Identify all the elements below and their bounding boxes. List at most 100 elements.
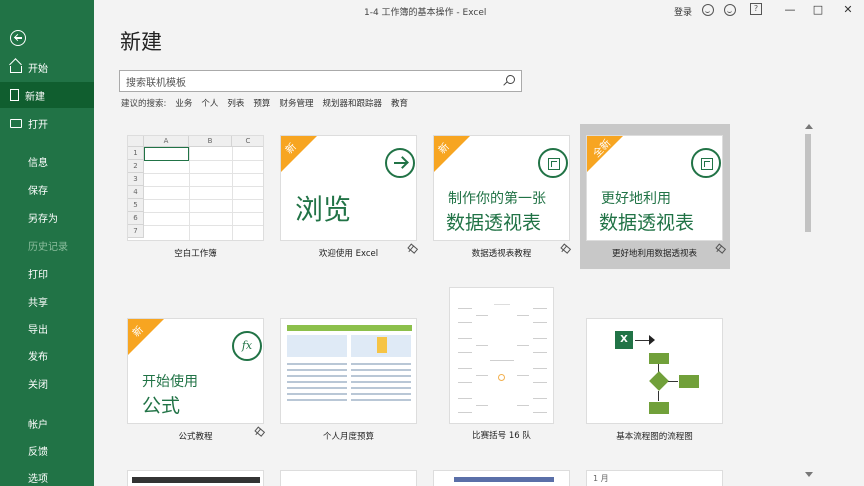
smile-icon[interactable] (702, 4, 714, 16)
template-thumbnail: 新 开始使用 公式 fx (127, 318, 264, 424)
sidebar-item-save-as[interactable]: 另存为 (0, 204, 94, 230)
suggested-link[interactable]: 个人 (201, 97, 218, 109)
template-pivot-better[interactable]: 全新 更好地利用 数据透视表 更好地利用数据透视表 (586, 135, 728, 260)
partial-header-bar (454, 477, 554, 482)
grid-line (189, 147, 190, 240)
template-partial[interactable] (127, 470, 264, 486)
row-header: 5 (128, 199, 144, 212)
sidebar-item-print[interactable]: 打印 (0, 260, 94, 286)
thumbnail-line2: 数据透视表 (599, 212, 695, 234)
row-header: 1 (128, 147, 144, 160)
sidebar-item-export[interactable]: 导出 (0, 315, 94, 341)
grid-line (144, 199, 263, 200)
excel-logo-icon: X (615, 331, 633, 349)
template-tournament-bracket[interactable]: 比赛括号 16 队 (449, 287, 586, 443)
template-partial[interactable] (280, 470, 417, 486)
budget-line (351, 399, 411, 401)
template-welcome-excel[interactable]: 新 浏览 欢迎使用 Excel (280, 135, 420, 260)
back-arrow-icon[interactable] (10, 30, 26, 46)
help-icon[interactable]: ? (750, 3, 762, 15)
sidebar-item-label: 导出 (28, 324, 48, 336)
template-thumbnail: 全新 更好地利用 数据透视表 (586, 135, 723, 241)
row-header: 6 (128, 212, 144, 225)
template-basic-flowchart[interactable]: X 基本流程图的流程图 (586, 318, 723, 443)
bracket-line (533, 368, 547, 369)
template-partial[interactable] (433, 470, 570, 486)
sign-in-link[interactable]: 登录 (674, 5, 692, 18)
suggested-link[interactable]: 规划器和跟踪器 (322, 97, 382, 109)
scroll-down-icon[interactable] (805, 472, 813, 477)
sidebar-item-home[interactable]: 开始 (0, 54, 94, 80)
sidebar-item-label: 历史记录 (28, 241, 68, 253)
sidebar-item-options[interactable]: 选项 (0, 464, 94, 486)
frown-icon[interactable] (724, 4, 736, 16)
template-label: 空白工作簿 (174, 249, 217, 259)
bracket-line (517, 375, 529, 376)
column-header: B (189, 136, 232, 147)
template-label: 更好地利用数据透视表 (611, 249, 697, 259)
column-header: A (144, 136, 189, 147)
bracket-line (458, 308, 472, 309)
flowchart-diamond (649, 371, 669, 391)
bracket-line (517, 405, 529, 406)
scroll-thumb[interactable] (805, 134, 811, 232)
trophy-icon (498, 374, 505, 381)
budget-highlight (377, 337, 387, 353)
bracket-line (517, 345, 529, 346)
sidebar-item-publish[interactable]: 发布 (0, 342, 94, 368)
sidebar-item-open[interactable]: 打开 (0, 110, 94, 136)
sidebar: 开始 新建 打开 信息 保存 另存为 历史记录 打印 共享 导出 发布 关闭 帐… (0, 0, 94, 486)
sidebar-item-new[interactable]: 新建 (0, 82, 94, 108)
bracket-line (533, 338, 547, 339)
template-label: 欢迎使用 Excel (318, 249, 379, 259)
row-header: 4 (128, 186, 144, 199)
connector-line (658, 391, 659, 401)
budget-line (351, 375, 411, 377)
template-formula-tutorial[interactable]: 新 开始使用 公式 fx 公式教程 (127, 318, 267, 443)
template-label: 基本流程图的流程图 (616, 432, 693, 442)
minimize-button[interactable]: — (782, 3, 798, 16)
search-input[interactable] (120, 73, 490, 94)
sidebar-item-label: 另存为 (28, 213, 58, 225)
sidebar-item-label: 新建 (25, 91, 45, 103)
sidebar-item-share[interactable]: 共享 (0, 288, 94, 314)
budget-line (287, 375, 347, 377)
template-label: 比赛括号 16 队 (472, 431, 531, 441)
scroll-up-icon[interactable] (805, 124, 813, 129)
suggested-link[interactable]: 财务管理 (279, 97, 313, 109)
sidebar-item-close[interactable]: 关闭 (0, 370, 94, 396)
bracket-line (458, 368, 472, 369)
vertical-scrollbar[interactable] (803, 124, 813, 480)
grid-line (144, 225, 263, 226)
sidebar-item-account[interactable]: 帐户 (0, 410, 94, 436)
template-thumbnail (449, 287, 554, 424)
template-partial[interactable]: 1 月 (586, 470, 723, 486)
template-blank-workbook[interactable]: A B C 1 2 3 4 5 6 7 空白工作簿 (127, 135, 264, 260)
sidebar-item-info[interactable]: 信息 (0, 148, 94, 174)
search-icon[interactable] (506, 75, 515, 84)
grid-line (144, 173, 263, 174)
close-button[interactable]: ✕ (840, 3, 856, 16)
sidebar-item-feedback[interactable]: 反馈 (0, 437, 94, 463)
bracket-line (476, 375, 488, 376)
spreadsheet-grid: A B C 1 2 3 4 5 6 7 (128, 136, 263, 240)
restore-button[interactable]: □ (810, 3, 826, 16)
sidebar-item-save[interactable]: 保存 (0, 176, 94, 202)
bracket-line (533, 352, 547, 353)
row-header: 7 (128, 225, 144, 238)
spacer (651, 329, 655, 333)
template-search-box (119, 70, 522, 94)
bracket-line (517, 315, 529, 316)
suggested-link[interactable]: 业务 (175, 97, 192, 109)
budget-line (287, 369, 347, 371)
suggested-link[interactable]: 教育 (391, 97, 408, 109)
template-monthly-budget[interactable]: 个人月度预算 (280, 318, 417, 443)
thumbnail-line1: 开始使用 (142, 374, 198, 390)
template-pivot-tutorial[interactable]: 新 制作你的第一张 数据透视表 数据透视表教程 (433, 135, 573, 260)
bracket-line (476, 405, 488, 406)
suggested-link[interactable]: 列表 (227, 97, 244, 109)
budget-line (287, 399, 347, 401)
budget-line (287, 363, 347, 365)
arrow-head (649, 335, 655, 345)
suggested-link[interactable]: 预算 (253, 97, 270, 109)
